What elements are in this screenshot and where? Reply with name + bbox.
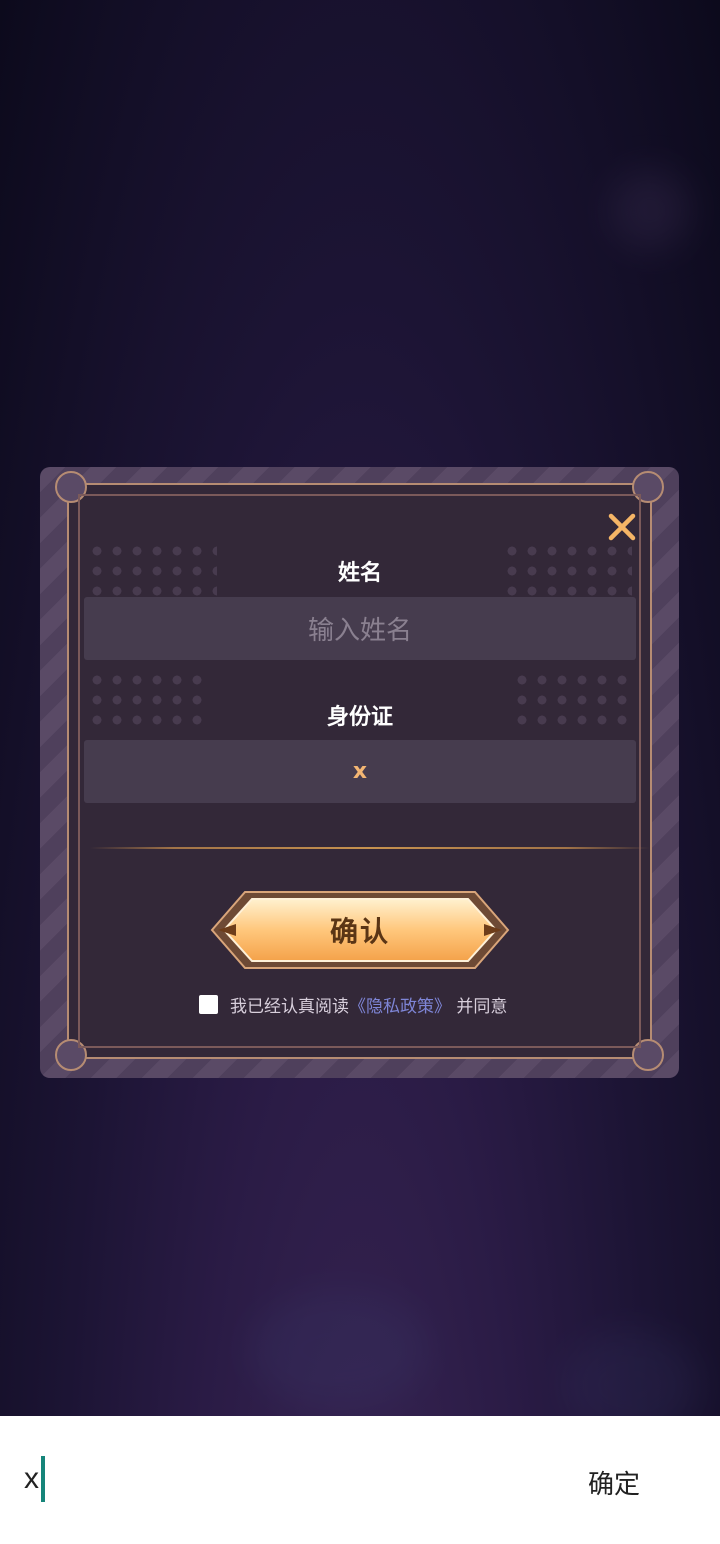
close-icon [608,513,636,541]
keyboard-input-bar: x 确定 [0,1416,720,1544]
confirm-label: 确认 [329,915,390,948]
privacy-policy-link[interactable]: 《隐私政策》 [349,997,451,1017]
corner-ornament [55,1039,87,1071]
id-label: 身份证 [326,705,393,730]
corner-ornament [632,471,664,503]
agree-checkbox[interactable] [199,994,218,1014]
confirm-button[interactable]: 确认 [210,890,510,970]
agreement-row: 我已经认真阅读《隐私政策》 并同意 [199,992,507,1017]
name-placeholder: 输入姓名 [307,616,412,646]
id-input[interactable]: x [84,740,636,803]
divider [90,847,650,849]
close-button[interactable] [606,511,638,543]
name-label: 姓名 [337,561,382,586]
name-input[interactable]: 输入姓名 [84,597,636,660]
text-caret [41,1456,45,1502]
background-bokeh [610,170,690,250]
id-value: x [352,759,368,784]
ime-confirm-button[interactable]: 确定 [588,1464,640,1501]
agreement-text: 我已经认真阅读《隐私政策》 并同意 [230,992,507,1017]
corner-ornament [55,471,87,503]
agree-prefix: 我已经认真阅读 [230,996,349,1017]
ime-input-text[interactable]: x [24,1462,39,1496]
agree-suffix: 并同意 [456,996,508,1017]
corner-ornament [632,1039,664,1071]
background-bokeh [250,1290,430,1410]
